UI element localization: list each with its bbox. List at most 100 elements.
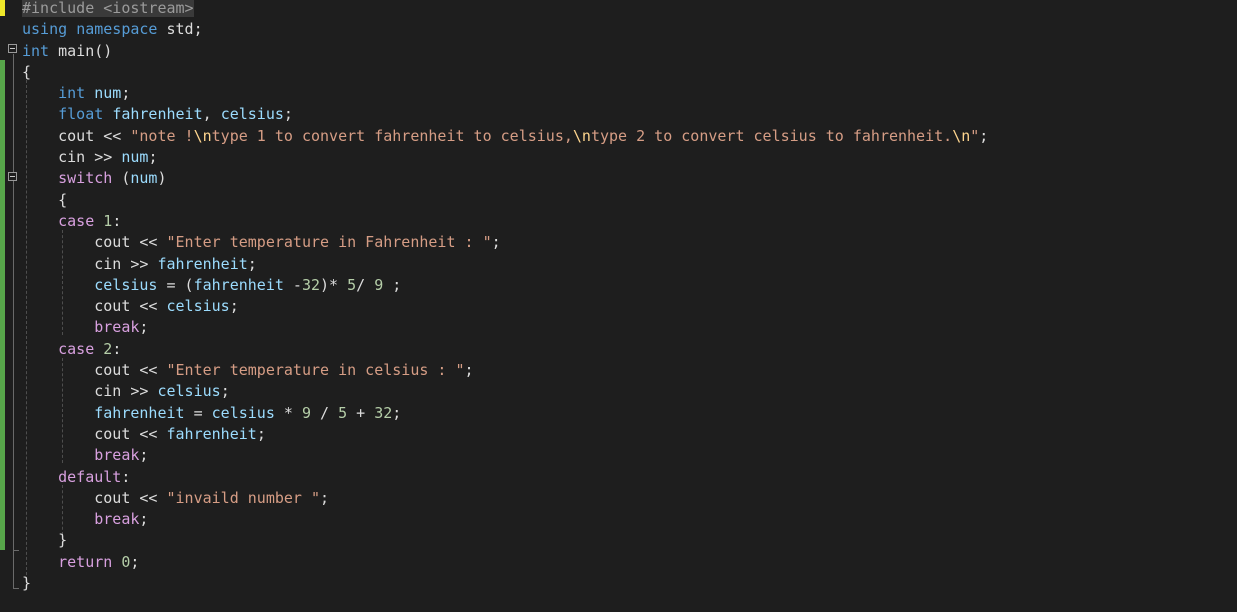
collapse-switch-icon[interactable] xyxy=(8,172,17,181)
code-token: ( xyxy=(112,169,131,188)
code-token: celsius xyxy=(94,275,158,294)
code-token: num xyxy=(121,148,149,167)
code-line[interactable]: case 1: xyxy=(22,211,988,235)
code-token: ; xyxy=(139,318,149,337)
code-token: 5 xyxy=(347,275,357,294)
code-token: } xyxy=(22,531,68,550)
code-line[interactable]: } xyxy=(22,533,988,554)
code-token: ; xyxy=(383,275,402,294)
code-token: int xyxy=(58,84,86,103)
code-line[interactable]: break; xyxy=(22,448,988,469)
code-token: / xyxy=(356,275,375,294)
code-line[interactable]: } xyxy=(22,576,988,597)
code-token: / xyxy=(311,403,339,422)
code-line[interactable]: cin >> fahrenheit; xyxy=(22,254,988,278)
code-text-area[interactable]: #include <iostream> using namespace std; i… xyxy=(22,0,988,597)
code-line[interactable]: fahrenheit = celsius * 9 / 5 + 32; xyxy=(22,403,988,427)
code-line[interactable]: break; xyxy=(22,512,988,533)
code-token: break xyxy=(94,318,140,337)
fold-region-end xyxy=(13,550,19,551)
code-line[interactable]: cout << fahrenheit; xyxy=(22,424,988,448)
code-token: : xyxy=(112,211,122,230)
code-line[interactable]: cout << celsius; xyxy=(22,299,988,320)
code-token: namespace xyxy=(76,20,158,39)
code-line[interactable]: { xyxy=(22,62,988,86)
code-token: fahrenheit xyxy=(193,275,284,294)
code-token: { xyxy=(22,62,32,81)
code-line[interactable]: int num; xyxy=(22,86,988,107)
code-token: ; xyxy=(121,84,131,103)
code-line[interactable]: break; xyxy=(22,320,988,341)
collapse-main-icon[interactable] xyxy=(8,44,17,53)
code-line[interactable]: celsius = (fahrenheit -32)* 5/ 9 ; xyxy=(22,276,988,299)
code-line[interactable]: using namespace std; xyxy=(22,22,988,43)
code-token: + xyxy=(347,403,375,422)
code-line[interactable]: cout << "note !\ntype 1 to convert fahre… xyxy=(22,127,988,150)
code-token: celsius xyxy=(157,382,221,401)
code-line-text: int num; xyxy=(22,84,130,102)
code-token: celsius xyxy=(166,297,230,316)
code-line-text: cout << "invaild number "; xyxy=(22,489,329,507)
code-token: "invaild number " xyxy=(166,488,321,507)
code-token: cout << xyxy=(22,126,131,145)
code-line[interactable]: return 0; xyxy=(22,553,988,576)
code-line-text: cout << "Enter temperature in celsius : … xyxy=(22,361,473,380)
code-token: cout << xyxy=(22,233,167,252)
code-token: "Enter temperature in celsius : " xyxy=(166,361,465,380)
code-token: type 2 to convert celsius to fahrenheit. xyxy=(590,126,953,145)
code-token: float xyxy=(58,105,104,124)
code-editor[interactable]: #include <iostream> using namespace std; i… xyxy=(0,0,1237,612)
code-token: 1 xyxy=(103,211,113,230)
code-token: cin >> xyxy=(22,254,158,273)
code-line-text: break; xyxy=(22,446,148,464)
code-token: "Enter temperature in Fahrenheit : " xyxy=(166,233,492,252)
code-line[interactable]: { xyxy=(22,192,988,214)
code-line[interactable]: #include <iostream> xyxy=(22,0,988,22)
code-token: using xyxy=(22,20,68,39)
code-token: = xyxy=(184,403,212,422)
code-token: ; xyxy=(148,148,158,167)
code-token: * xyxy=(274,403,302,422)
code-token: case xyxy=(58,211,95,230)
code-line[interactable]: switch (num) xyxy=(22,171,988,192)
code-token: cout << xyxy=(22,488,167,507)
code-line-text: return 0; xyxy=(22,553,139,571)
code-token: 2 xyxy=(103,339,113,358)
code-line-text: cin >> celsius; xyxy=(22,382,229,401)
code-line[interactable]: cout << "invaild number "; xyxy=(22,489,988,512)
code-token: fahrenheit xyxy=(94,403,185,422)
code-token: " xyxy=(970,126,980,145)
code-token: break xyxy=(94,510,140,529)
code-line[interactable]: cout << "Enter temperature in Fahrenheit… xyxy=(22,235,988,256)
code-token: \n xyxy=(952,126,971,145)
code-token: celsius xyxy=(220,105,284,124)
code-line-text: cout << "Enter temperature in Fahrenheit… xyxy=(22,233,500,252)
code-line-text: cout << "note !\ntype 1 to convert fahre… xyxy=(22,127,988,145)
code-line[interactable]: case 2: xyxy=(22,339,988,363)
code-token: 5 xyxy=(338,403,348,422)
code-token: num xyxy=(94,84,122,103)
code-token: ; xyxy=(979,126,989,145)
code-line-text: celsius = (fahrenheit -32)* 5/ 9 ; xyxy=(22,276,401,294)
code-token: ; xyxy=(392,403,402,422)
code-line[interactable]: int main() xyxy=(22,43,988,65)
code-line[interactable]: default: xyxy=(22,469,988,491)
code-line[interactable]: cin >> num; xyxy=(22,150,988,171)
code-token: ; xyxy=(256,424,266,443)
code-token: break xyxy=(94,446,140,465)
code-token: 32 xyxy=(301,275,321,294)
code-line[interactable]: float fahrenheit, celsius; xyxy=(22,107,988,128)
code-token: case xyxy=(58,339,95,358)
code-token: )* xyxy=(320,275,348,294)
code-line[interactable]: cout << "Enter temperature in celsius : … xyxy=(22,363,988,384)
code-line[interactable]: cin >> celsius; xyxy=(22,384,988,405)
